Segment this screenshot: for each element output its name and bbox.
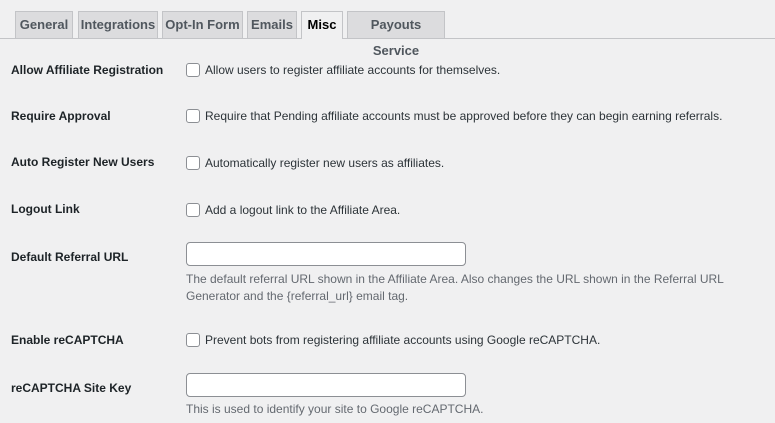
tab-misc[interactable]: Misc bbox=[301, 11, 343, 39]
default-referral-url-description: The default referral URL shown in the Af… bbox=[186, 272, 724, 303]
recaptcha-site-key-input[interactable] bbox=[186, 373, 466, 397]
default-referral-url-input[interactable] bbox=[186, 242, 466, 266]
settings-tabs: General Integrations Opt-In Form Emails … bbox=[0, 0, 775, 58]
enable-recaptcha-checkbox[interactable] bbox=[186, 333, 200, 347]
require-approval-checkbox-label[interactable]: Require that Pending affiliate accounts … bbox=[205, 108, 722, 124]
auto-register-label: Auto Register New Users bbox=[11, 155, 155, 169]
enable-recaptcha-checkbox-label[interactable]: Prevent bots from registering affiliate … bbox=[205, 332, 600, 348]
auto-register-checkbox-label[interactable]: Automatically register new users as affi… bbox=[205, 155, 444, 171]
tab-payouts-service[interactable]: Payouts Service bbox=[347, 11, 445, 58]
tab-general[interactable]: General bbox=[15, 11, 73, 38]
logout-link-checkbox-label[interactable]: Add a logout link to the Affiliate Area. bbox=[205, 202, 400, 218]
require-approval-label: Require Approval bbox=[11, 109, 111, 123]
tab-integrations[interactable]: Integrations bbox=[78, 11, 158, 38]
enable-recaptcha-label: Enable reCAPTCHA bbox=[11, 333, 124, 347]
default-referral-url-label: Default Referral URL bbox=[11, 250, 129, 264]
allow-registration-checkbox-label[interactable]: Allow users to register affiliate accoun… bbox=[205, 62, 500, 78]
recaptcha-site-key-description: This is used to identify your site to Go… bbox=[186, 402, 484, 416]
allow-registration-checkbox[interactable] bbox=[186, 63, 200, 77]
require-approval-checkbox[interactable] bbox=[186, 109, 200, 123]
tab-emails[interactable]: Emails bbox=[247, 11, 297, 38]
logout-link-label: Logout Link bbox=[11, 202, 80, 216]
allow-registration-label: Allow Affiliate Registration bbox=[11, 63, 164, 77]
recaptcha-site-key-label: reCAPTCHA Site Key bbox=[11, 381, 132, 395]
tab-opt-in-form[interactable]: Opt-In Form bbox=[162, 11, 243, 38]
auto-register-checkbox[interactable] bbox=[186, 156, 200, 170]
logout-link-checkbox[interactable] bbox=[186, 203, 200, 217]
